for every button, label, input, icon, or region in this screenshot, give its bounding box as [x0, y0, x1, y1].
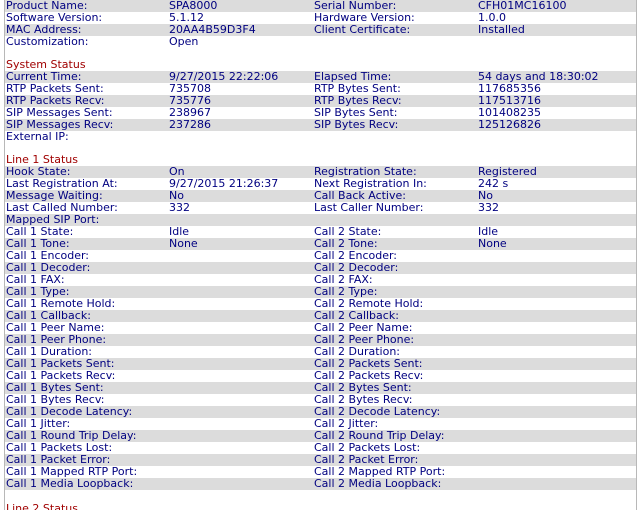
line2-status-heading: Line 2 Status [6, 502, 78, 510]
value-right: Installed [478, 23, 525, 36]
value-left: None [169, 237, 198, 250]
product-info-table: Product Name: SPA8000 Serial Number: CFH01M… [5, 0, 636, 48]
label-left: External IP: [6, 130, 69, 143]
spacer [5, 48, 636, 58]
value-left: 9/27/2015 21:26:37 [169, 177, 279, 190]
line1-status-row: Last Called Number: 332 Last Caller Number… [5, 202, 636, 214]
value-right: 125126826 [478, 118, 541, 131]
status-page: Product Name: SPA8000 Serial Number: CFH01M… [4, 0, 637, 510]
system-status-table: Current Time: 9/27/2015 22:22:06 Elapsed T… [5, 71, 636, 143]
value-right: 332 [478, 201, 499, 214]
label-left: Customization: [6, 35, 89, 48]
line1-status-row: Call 1 Media Loopback: Call 2 Media Loopb… [5, 478, 636, 490]
label-right: Client Certificate: [314, 23, 411, 36]
spacer [5, 490, 636, 499]
value-left: 332 [169, 201, 190, 214]
system-status-row: External IP: [5, 131, 636, 143]
product-info-row: MAC Address: 20AA4B59D3F4 Client Certifica… [5, 24, 636, 36]
spacer [5, 143, 636, 153]
value-left: 237286 [169, 118, 211, 131]
value-right: None [478, 237, 507, 250]
line1-status-table: Hook State: On Registration State: Register… [5, 166, 636, 490]
label-right: Last Caller Number: [314, 201, 424, 214]
label-right: Call 2 Media Loopback: [314, 477, 442, 490]
product-info-row: Customization: Open [5, 36, 636, 48]
label-left: Call 1 Media Loopback: [6, 477, 134, 490]
label-right: SIP Bytes Recv: [314, 118, 399, 131]
system-status-row: SIP Messages Recv: 237286 SIP Bytes Recv: 1… [5, 119, 636, 131]
value-left: Open [169, 35, 199, 48]
